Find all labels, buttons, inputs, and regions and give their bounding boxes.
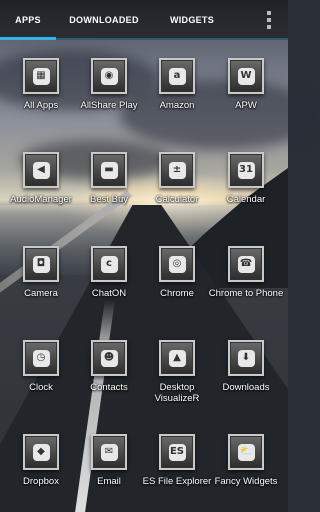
app-label: Best Buy (89, 194, 129, 205)
app-contacts[interactable]: ☻ Contacts (73, 334, 145, 408)
apw-icon: W (237, 67, 255, 85)
app-chrome-to-phone[interactable]: ☎ Chrome to Phone (208, 240, 284, 314)
app-label: Calculator (155, 194, 199, 205)
app-label: Dropbox (23, 476, 59, 487)
app-fancy-widgets[interactable]: ⛅ Fancy Widgets (210, 428, 282, 502)
app-best-buy[interactable]: ▬ Best Buy (73, 146, 145, 220)
app-label: AudioManager (10, 194, 72, 205)
app-chaton[interactable]: c ChatON (73, 240, 145, 314)
dropbox-icon: ◆ (32, 443, 50, 461)
app-label: Chrome to Phone (208, 288, 284, 299)
tab-downloaded[interactable]: DOWNLOADED (56, 0, 152, 40)
app-label: Chrome (160, 288, 194, 299)
app-label: AllShare Play (80, 100, 138, 111)
app-label: Camera (24, 288, 58, 299)
amazon-icon: a (168, 67, 186, 85)
calendar-icon: 31 (237, 161, 255, 179)
tab-widgets[interactable]: WIDGETS (152, 0, 232, 40)
app-label: Desktop VisualizeR (154, 382, 200, 404)
email-icon: ✉ (100, 443, 118, 461)
camera-icon: ◘ (32, 255, 50, 273)
app-camera[interactable]: ◘ Camera (5, 240, 77, 314)
chat-bubble-icon: c (100, 255, 118, 273)
app-label: Calendar (226, 194, 266, 205)
app-chrome[interactable]: ◎ Chrome (141, 240, 213, 314)
app-label: Amazon (159, 100, 195, 111)
allshare-icon: ◉ (100, 67, 118, 85)
app-label: ChatON (91, 288, 127, 299)
calculator-icon: ± (168, 161, 186, 179)
app-apw[interactable]: W APW (210, 52, 282, 126)
app-desktop-visualizer[interactable]: ▲ Desktop VisualizeR (141, 334, 213, 408)
app-label: Downloads (222, 382, 270, 393)
speaker-icon: ◀ (32, 161, 50, 179)
folder-icon: ES (168, 443, 186, 461)
fancy-widgets-icon: ⛅ (237, 443, 255, 461)
app-audiomanager[interactable]: ◀ AudioManager (5, 146, 77, 220)
app-label: Contacts (90, 382, 128, 393)
app-dropbox[interactable]: ◆ Dropbox (5, 428, 77, 502)
app-all-apps[interactable]: ▦ All Apps (5, 52, 77, 126)
app-label: All Apps (23, 100, 59, 111)
app-email[interactable]: ✉ Email (73, 428, 145, 502)
app-label: Clock (29, 382, 53, 393)
visualizer-icon: ▲ (168, 349, 186, 367)
grid-icon: ▦ (32, 67, 50, 85)
phone-icon: ☎ (237, 255, 255, 273)
app-calendar[interactable]: 31 Calendar (210, 146, 282, 220)
app-es-file-explorer[interactable]: ES ES File Explorer (141, 428, 213, 502)
app-label: Email (97, 476, 121, 487)
tab-apps[interactable]: APPS (0, 0, 56, 40)
tab-bar: APPS DOWNLOADED WIDGETS (0, 0, 288, 40)
chrome-icon: ◎ (168, 255, 186, 273)
app-label: APW (235, 100, 257, 111)
app-label: ES File Explorer (142, 476, 212, 487)
app-label: Fancy Widgets (214, 476, 278, 487)
clock-icon: ◷ (32, 349, 50, 367)
app-amazon[interactable]: a Amazon (141, 52, 213, 126)
app-calculator[interactable]: ± Calculator (141, 146, 213, 220)
app-downloads[interactable]: ⬇ Downloads (210, 334, 282, 408)
contacts-icon: ☻ (100, 349, 118, 367)
download-icon: ⬇ (237, 349, 255, 367)
app-allshare-play[interactable]: ◉ AllShare Play (73, 52, 145, 126)
overflow-menu-icon[interactable] (266, 11, 272, 29)
bestbuy-tag-icon: ▬ (100, 161, 118, 179)
active-tab-indicator (0, 37, 56, 40)
app-clock[interactable]: ◷ Clock (5, 334, 77, 408)
